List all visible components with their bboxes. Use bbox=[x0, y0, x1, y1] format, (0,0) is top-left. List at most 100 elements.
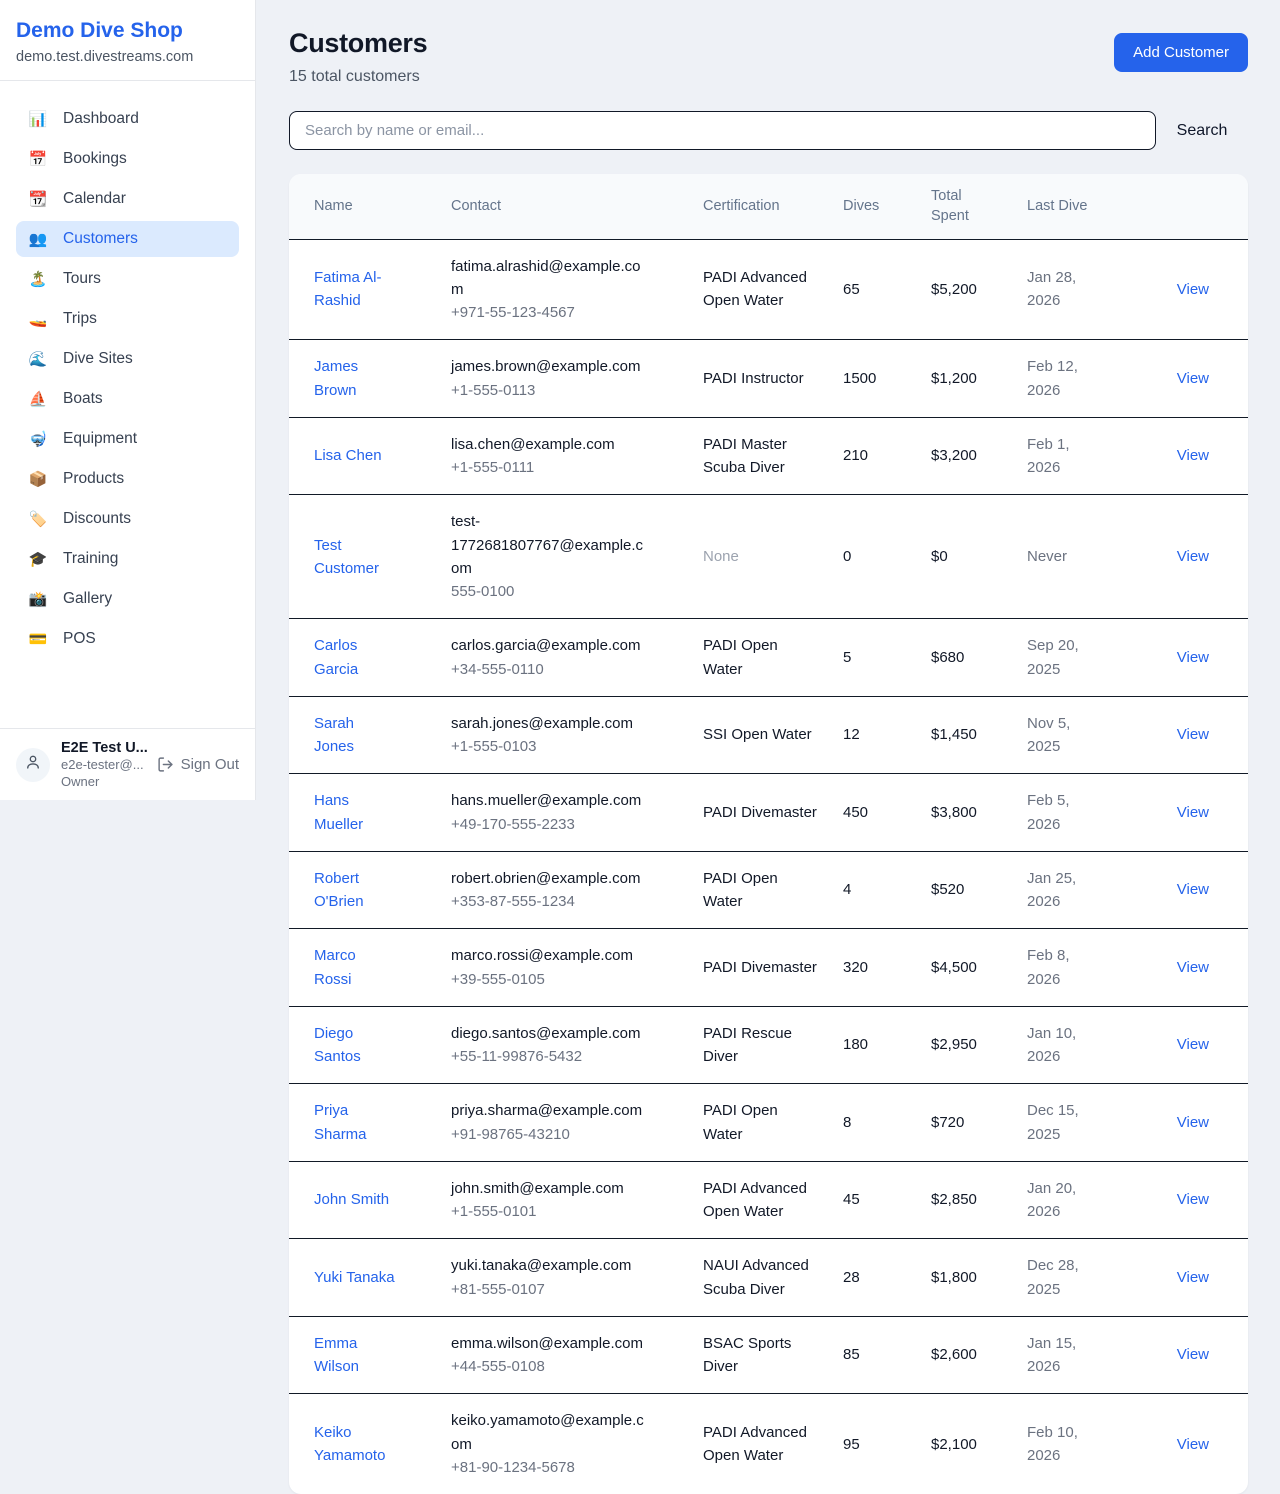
customer-phone: +1-555-0111 bbox=[451, 456, 651, 479]
sidebar-item-pos[interactable]: 💳POS bbox=[16, 621, 239, 657]
view-customer-link[interactable]: View bbox=[1177, 1346, 1209, 1363]
sidebar-item-calendar[interactable]: 📆Calendar bbox=[16, 181, 239, 217]
view-customer-link[interactable]: View bbox=[1177, 1036, 1209, 1053]
customer-name-link[interactable]: Carlos Garcia bbox=[314, 637, 358, 677]
customer-name-link[interactable]: Diego Santos bbox=[314, 1025, 361, 1065]
customer-name-link[interactable]: Sarah Jones bbox=[314, 715, 354, 755]
customer-email: priya.sharma@example.com bbox=[451, 1099, 651, 1122]
sidebar-item-discounts[interactable]: 🏷️Discounts bbox=[16, 501, 239, 537]
customer-name-link[interactable]: Keiko Yamamoto bbox=[314, 1424, 385, 1464]
sidebar-item-products[interactable]: 📦Products bbox=[16, 461, 239, 497]
customer-certification: NAUI Advanced Scuba Diver bbox=[691, 1239, 831, 1317]
sidebar-item-gallery[interactable]: 📸Gallery bbox=[16, 581, 239, 617]
diving-mask-icon: 🤿 bbox=[28, 430, 48, 448]
sidebar-item-label: Customers bbox=[63, 230, 138, 248]
sidebar-item-bookings[interactable]: 📅Bookings bbox=[16, 141, 239, 177]
customer-dives: 450 bbox=[831, 774, 919, 852]
table-row: Keiko Yamamoto keiko.yamamoto@example.com… bbox=[289, 1394, 1248, 1494]
sidebar-item-equipment[interactable]: 🤿Equipment bbox=[16, 421, 239, 457]
sidebar-item-boats[interactable]: ⛵Boats bbox=[16, 381, 239, 417]
customer-actions-cell: View bbox=[1105, 1084, 1248, 1162]
customer-email: james.brown@example.com bbox=[451, 355, 651, 378]
shop-name-link[interactable]: Demo Dive Shop bbox=[16, 19, 239, 43]
sidebar-item-label: Discounts bbox=[63, 510, 131, 528]
customer-name-cell: Emma Wilson bbox=[289, 1316, 439, 1394]
view-customer-link[interactable]: View bbox=[1177, 281, 1209, 298]
search-input[interactable] bbox=[289, 111, 1156, 150]
sign-out-button[interactable]: Sign Out bbox=[157, 756, 239, 773]
customer-name-link[interactable]: Robert O'Brien bbox=[314, 870, 364, 910]
customer-actions-cell: View bbox=[1105, 851, 1248, 929]
customer-name-cell: Yuki Tanaka bbox=[289, 1239, 439, 1317]
customer-email: fatima.alrashid@example.com bbox=[451, 255, 651, 302]
customer-name-link[interactable]: Hans Mueller bbox=[314, 792, 363, 832]
view-customer-link[interactable]: View bbox=[1177, 447, 1209, 464]
customer-email: lisa.chen@example.com bbox=[451, 433, 651, 456]
customer-name-link[interactable]: James Brown bbox=[314, 358, 358, 398]
sidebar-item-label: Dashboard bbox=[63, 110, 139, 128]
customer-name-link[interactable]: Yuki Tanaka bbox=[314, 1269, 395, 1286]
customer-actions-cell: View bbox=[1105, 774, 1248, 852]
customer-dives: 4 bbox=[831, 851, 919, 929]
customer-name-cell: Test Customer bbox=[289, 495, 439, 619]
customer-total-spent: $2,600 bbox=[919, 1316, 1015, 1394]
customer-name-link[interactable]: Test Customer bbox=[314, 537, 379, 577]
sidebar-item-tours[interactable]: 🏝️Tours bbox=[16, 261, 239, 297]
customer-email: robert.obrien@example.com bbox=[451, 867, 651, 890]
view-customer-link[interactable]: View bbox=[1177, 959, 1209, 976]
customer-email: carlos.garcia@example.com bbox=[451, 634, 651, 657]
wave-icon: 🌊 bbox=[28, 350, 48, 368]
user-email: e2e-tester@... bbox=[61, 757, 146, 773]
customer-name-link[interactable]: John Smith bbox=[314, 1191, 389, 1208]
customer-last-dive: Sep 20, 2025 bbox=[1015, 619, 1105, 697]
view-customer-link[interactable]: View bbox=[1177, 548, 1209, 565]
table-row: Marco Rossimarco.rossi@example.com+39-55… bbox=[289, 929, 1248, 1007]
customer-name-cell: Sarah Jones bbox=[289, 696, 439, 774]
customer-contact-cell: diego.santos@example.com+55-11-99876-543… bbox=[439, 1006, 691, 1084]
view-customer-link[interactable]: View bbox=[1177, 1436, 1209, 1453]
sidebar-item-dive-sites[interactable]: 🌊 Dive Sites bbox=[16, 341, 239, 377]
add-customer-button[interactable]: Add Customer bbox=[1114, 33, 1248, 72]
view-customer-link[interactable]: View bbox=[1177, 804, 1209, 821]
customer-email: keiko.yamamoto@example.com bbox=[451, 1409, 651, 1456]
sidebar-item-trips[interactable]: 🚤Trips bbox=[16, 301, 239, 337]
customer-name-cell: Carlos Garcia bbox=[289, 619, 439, 697]
sidebar-item-label: Calendar bbox=[63, 190, 126, 208]
view-customer-link[interactable]: View bbox=[1177, 1114, 1209, 1131]
view-customer-link[interactable]: View bbox=[1177, 881, 1209, 898]
customer-certification: PADI Advanced Open Water bbox=[691, 1394, 831, 1494]
customer-total-spent: $2,950 bbox=[919, 1006, 1015, 1084]
customer-total-spent: $1,800 bbox=[919, 1239, 1015, 1317]
customer-name-link[interactable]: Fatima Al-Rashid bbox=[314, 269, 382, 309]
customer-name-link[interactable]: Lisa Chen bbox=[314, 447, 382, 464]
graduation-cap-icon: 🎓 bbox=[28, 550, 48, 568]
customer-phone: +39-555-0105 bbox=[451, 968, 651, 991]
search-row: Search bbox=[289, 111, 1248, 150]
customer-last-dive: Jan 10, 2026 bbox=[1015, 1006, 1105, 1084]
column-header-dives: Dives bbox=[831, 174, 919, 239]
sidebar-item-dashboard[interactable]: 📊Dashboard bbox=[16, 101, 239, 137]
customer-name-link[interactable]: Marco Rossi bbox=[314, 947, 356, 987]
view-customer-link[interactable]: View bbox=[1177, 1191, 1209, 1208]
column-header-last-dive: Last Dive bbox=[1015, 174, 1105, 239]
customer-name-link[interactable]: Priya Sharma bbox=[314, 1102, 367, 1142]
view-customer-link[interactable]: View bbox=[1177, 370, 1209, 387]
view-customer-link[interactable]: View bbox=[1177, 1269, 1209, 1286]
customer-name-cell: Lisa Chen bbox=[289, 417, 439, 495]
customer-dives: 210 bbox=[831, 417, 919, 495]
sidebar-item-label: Dive Sites bbox=[63, 350, 133, 368]
sidebar-item-training[interactable]: 🎓Training bbox=[16, 541, 239, 577]
customer-contact-cell: keiko.yamamoto@example.com+81-90-1234-56… bbox=[439, 1394, 691, 1494]
customer-name-cell: James Brown bbox=[289, 340, 439, 418]
view-customer-link[interactable]: View bbox=[1177, 726, 1209, 743]
view-customer-link[interactable]: View bbox=[1177, 649, 1209, 666]
customer-last-dive: Dec 28, 2025 bbox=[1015, 1239, 1105, 1317]
sign-out-label: Sign Out bbox=[181, 756, 239, 773]
customer-certification: PADI Advanced Open Water bbox=[691, 239, 831, 340]
brand-block: Demo Dive Shop demo.test.divestreams.com bbox=[0, 0, 255, 81]
sidebar-item-customers[interactable]: 👥Customers bbox=[16, 221, 239, 257]
customer-name-link[interactable]: Emma Wilson bbox=[314, 1335, 359, 1375]
sailboat-icon: ⛵ bbox=[28, 390, 48, 408]
sidebar-item-label: Gallery bbox=[63, 590, 112, 608]
search-button[interactable]: Search bbox=[1156, 122, 1248, 140]
